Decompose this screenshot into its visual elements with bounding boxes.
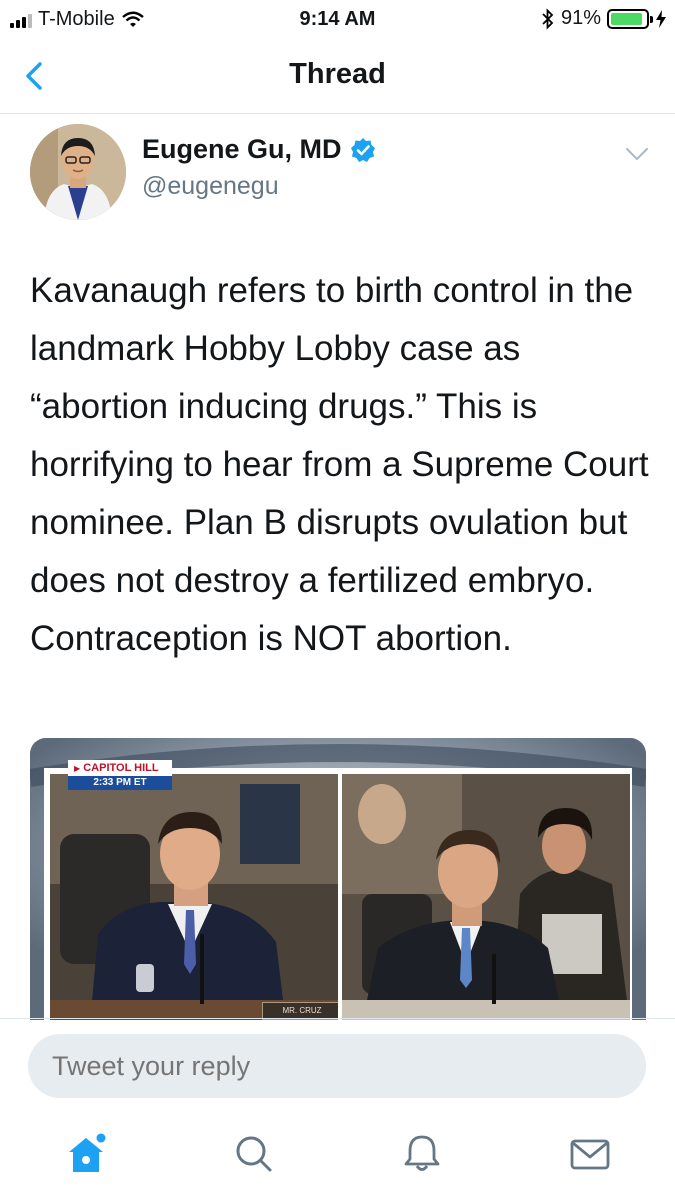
author-name-label: Eugene Gu, MD <box>142 134 342 164</box>
author-name[interactable]: Eugene Gu, MD <box>142 134 376 165</box>
chyron-play-icon: ▶ <box>74 764 81 773</box>
charging-icon <box>656 9 666 28</box>
bell-icon <box>404 1135 440 1171</box>
chyron-location-text: CAPITOL HILL <box>83 762 159 774</box>
tab-bar <box>0 1120 675 1200</box>
avatar-photo <box>30 124 126 220</box>
news-chyron: ▶ CAPITOL HILL 2:33 PM ET <box>68 760 172 792</box>
status-right: 91% <box>541 7 667 30</box>
page-title: Thread <box>289 58 386 90</box>
chevron-down-icon <box>626 148 648 161</box>
tweet-media[interactable]: MR. CRUZ ▶ CAPITOL HILL 2:33 PM ET <box>30 738 646 1020</box>
video-panel-kavanaugh <box>342 774 630 1020</box>
battery-level <box>611 12 642 25</box>
tweet-text: Kavanaugh refers to birth control in the… <box>30 271 649 658</box>
mail-icon <box>570 1139 610 1170</box>
chyron-time: 2:33 PM ET <box>68 776 172 790</box>
tab-search[interactable] <box>232 1132 276 1176</box>
search-icon <box>236 1136 272 1172</box>
divider <box>0 1018 675 1019</box>
bluetooth-icon <box>542 7 554 30</box>
battery-icon <box>607 8 653 29</box>
status-bar: T-Mobile 9:14 AM 91% <box>0 0 675 40</box>
avatar[interactable] <box>30 124 126 220</box>
tab-messages[interactable] <box>568 1132 612 1176</box>
video-panel-cruz: MR. CRUZ <box>50 774 338 1020</box>
tweet-menu-button[interactable] <box>625 146 649 162</box>
reply-input[interactable] <box>28 1034 646 1098</box>
nav-bar: Thread <box>0 40 675 114</box>
home-icon <box>69 1133 106 1172</box>
tab-notifications[interactable] <box>400 1132 444 1176</box>
author-handle[interactable]: @eugenegu <box>142 172 279 201</box>
battery-percent: 91% <box>560 7 601 29</box>
chyron-location: ▶ CAPITOL HILL <box>68 760 172 776</box>
tab-home[interactable] <box>64 1132 108 1176</box>
verified-badge-icon <box>350 137 375 162</box>
